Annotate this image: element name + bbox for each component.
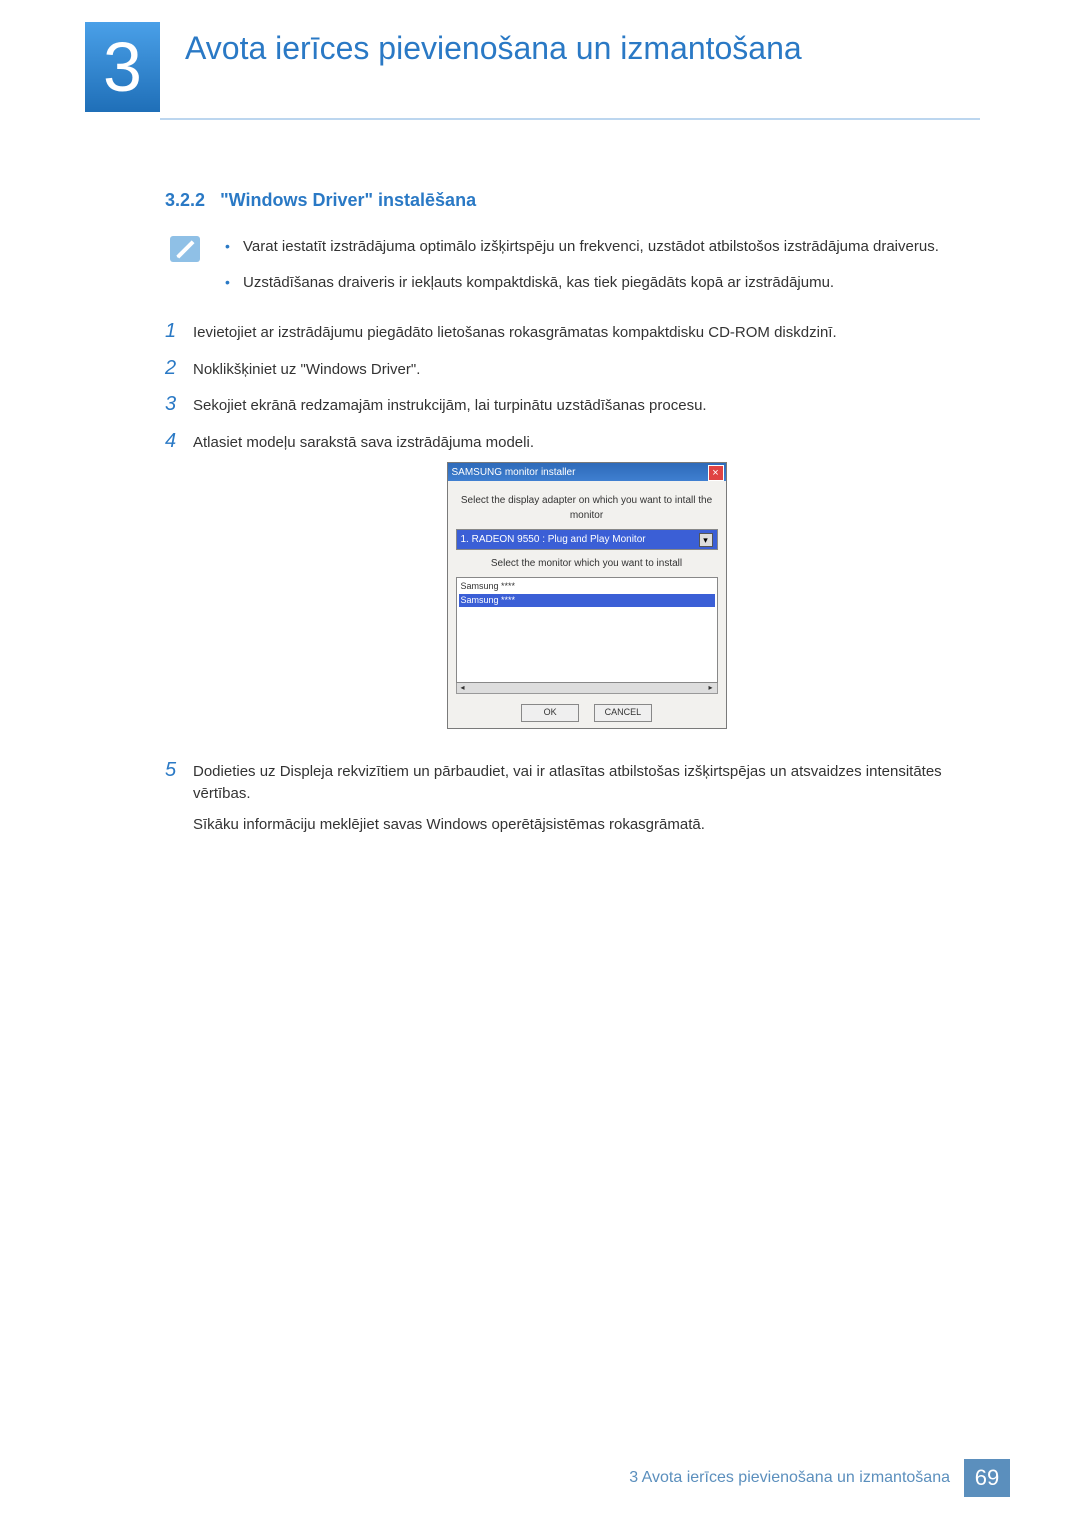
note-bullet: • Varat iestatīt izstrādājuma optimālo i…	[225, 236, 980, 258]
scroll-left-icon[interactable]: ◂	[457, 683, 469, 693]
bullet-dot-icon: •	[225, 272, 243, 294]
steps-list: 1 Ievietojiet ar izstrādājumu piegādāto …	[165, 320, 980, 848]
dialog-titlebar: SAMSUNG monitor installer ×	[448, 463, 726, 481]
section-title: "Windows Driver" instalēšana	[220, 190, 476, 210]
dialog-title: SAMSUNG monitor installer	[452, 465, 576, 480]
bullet-dot-icon: •	[225, 236, 243, 258]
step-number: 5	[165, 759, 193, 837]
step-text: Atlasiet modeļu sarakstā sava izstrādāju…	[193, 432, 980, 455]
chapter-number-badge: 3	[85, 22, 160, 112]
step-text: Dodieties uz Displeja rekvizītiem un pār…	[193, 761, 980, 806]
note-list: • Varat iestatīt izstrādājuma optimālo i…	[225, 236, 980, 308]
note-icon	[170, 236, 200, 262]
step: 2 Noklikšķiniet uz "Windows Driver".	[165, 357, 980, 382]
chapter-rule	[160, 118, 980, 120]
monitor-list[interactable]: Samsung **** Samsung ****	[456, 577, 718, 683]
step-text: Ievietojiet ar izstrādājumu piegādāto li…	[193, 320, 980, 345]
adapter-select-value: 1. RADEON 9550 : Plug and Play Monitor	[461, 532, 646, 547]
dialog-label: Select the monitor which you want to ins…	[456, 556, 718, 571]
step-text: Sekojiet ekrānā redzamajām instrukcijām,…	[193, 393, 980, 418]
step: 3 Sekojiet ekrānā redzamajām instrukcijā…	[165, 393, 980, 418]
step: 4 Atlasiet modeļu sarakstā sava izstrādā…	[165, 430, 980, 747]
step: 5 Dodieties uz Displeja rekvizītiem un p…	[165, 759, 980, 837]
note-text: Uzstādīšanas draiveris ir iekļauts kompa…	[243, 272, 980, 294]
note-bullet: • Uzstādīšanas draiveris ir iekļauts kom…	[225, 272, 980, 294]
page-number: 69	[964, 1459, 1010, 1497]
cancel-button[interactable]: CANCEL	[594, 704, 652, 722]
list-item[interactable]: Samsung ****	[459, 580, 715, 594]
step-number: 3	[165, 393, 193, 418]
ok-button[interactable]: OK	[521, 704, 579, 722]
step: 1 Ievietojiet ar izstrādājumu piegādāto …	[165, 320, 980, 345]
dialog-label: Select the display adapter on which you …	[456, 493, 718, 523]
scroll-right-icon[interactable]: ▸	[705, 683, 717, 693]
installer-dialog-screenshot: SAMSUNG monitor installer × Select the d…	[447, 462, 727, 729]
step-number: 4	[165, 430, 193, 747]
step-number: 1	[165, 320, 193, 345]
section-number: 3.2.2	[165, 190, 205, 210]
chevron-down-icon[interactable]: ▾	[699, 533, 713, 547]
section-heading: 3.2.2 "Windows Driver" instalēšana	[165, 190, 476, 211]
horizontal-scrollbar[interactable]: ◂ ▸	[456, 683, 718, 694]
step-text: Sīkāku informāciju meklējiet savas Windo…	[193, 814, 980, 837]
step-number: 2	[165, 357, 193, 382]
note-text: Varat iestatīt izstrādājuma optimālo izš…	[243, 236, 980, 258]
list-item-selected[interactable]: Samsung ****	[459, 594, 715, 608]
chapter-number: 3	[85, 22, 160, 112]
footer-chapter-text: 3 Avota ierīces pievienošana un izmantoš…	[629, 1469, 950, 1487]
step-text: Noklikšķiniet uz "Windows Driver".	[193, 357, 980, 382]
adapter-select[interactable]: 1. RADEON 9550 : Plug and Play Monitor ▾	[456, 529, 718, 550]
close-icon[interactable]: ×	[708, 465, 724, 481]
chapter-title: Avota ierīces pievienošana un izmantošan…	[185, 30, 802, 67]
page-footer: 3 Avota ierīces pievienošana un izmantoš…	[0, 1459, 1080, 1497]
